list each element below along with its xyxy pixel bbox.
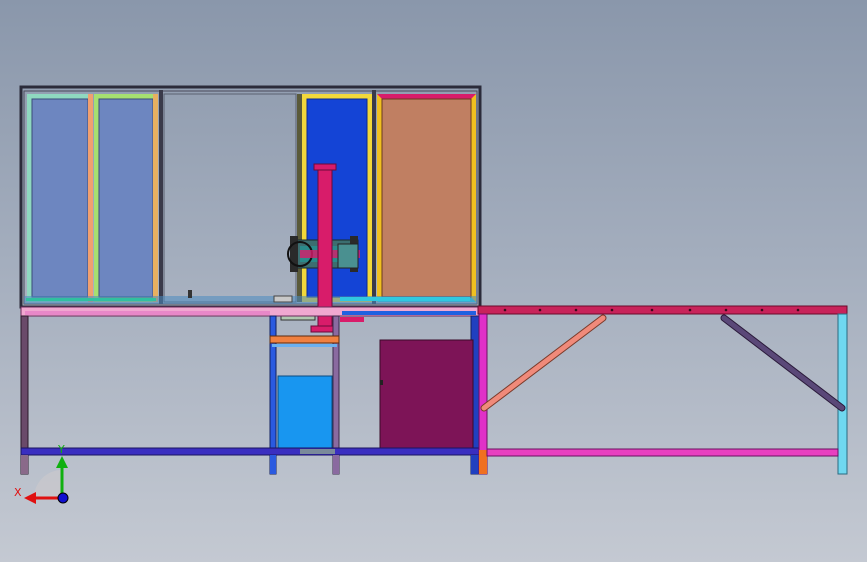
window-panel-3 — [297, 94, 372, 302]
spindle-flange-left — [290, 236, 298, 272]
table-bottom-rail — [486, 448, 839, 457]
y-axis-label: Y — [57, 443, 65, 456]
lower-frame — [20, 306, 481, 475]
cad-viewport[interactable]: Y X — [0, 0, 867, 562]
subframe-crossbar — [269, 335, 340, 344]
right-table-frame — [477, 305, 848, 475]
panel-4-glass — [381, 98, 472, 298]
table-top-rail — [477, 305, 848, 315]
z-axis-dot — [57, 492, 69, 504]
small-bolt — [188, 290, 192, 298]
window-panel-2 — [94, 94, 158, 302]
window-panel-1 — [27, 94, 93, 302]
lower-frame-bottom-rail — [20, 447, 481, 456]
brace-right — [721, 315, 845, 411]
brace-left — [481, 315, 606, 411]
triad-plane — [34, 470, 62, 498]
panel-2-side-strip — [153, 94, 158, 302]
panel-1-side-strip — [88, 94, 93, 302]
y-axis-arrow — [56, 456, 68, 468]
middle-open-bay — [163, 93, 297, 303]
spindle-motor — [337, 243, 359, 269]
machine-front-view-drawing: Y X — [14, 85, 848, 504]
rail-fixture — [273, 295, 293, 303]
x-axis-arrow — [24, 492, 36, 504]
cabinet-door — [379, 339, 474, 451]
upper-cabinet — [19, 85, 482, 309]
panel-2-glass — [98, 98, 154, 298]
water-tank — [277, 375, 333, 451]
panel-1-glass — [31, 98, 89, 298]
door-handle — [380, 380, 383, 385]
table-leg-right — [837, 313, 848, 475]
cabinet-divider-left — [159, 90, 163, 304]
cabinet-divider-right — [372, 90, 376, 304]
x-axis-label: X — [14, 486, 22, 499]
window-panel-4 — [377, 94, 476, 302]
column-cap — [313, 163, 337, 171]
